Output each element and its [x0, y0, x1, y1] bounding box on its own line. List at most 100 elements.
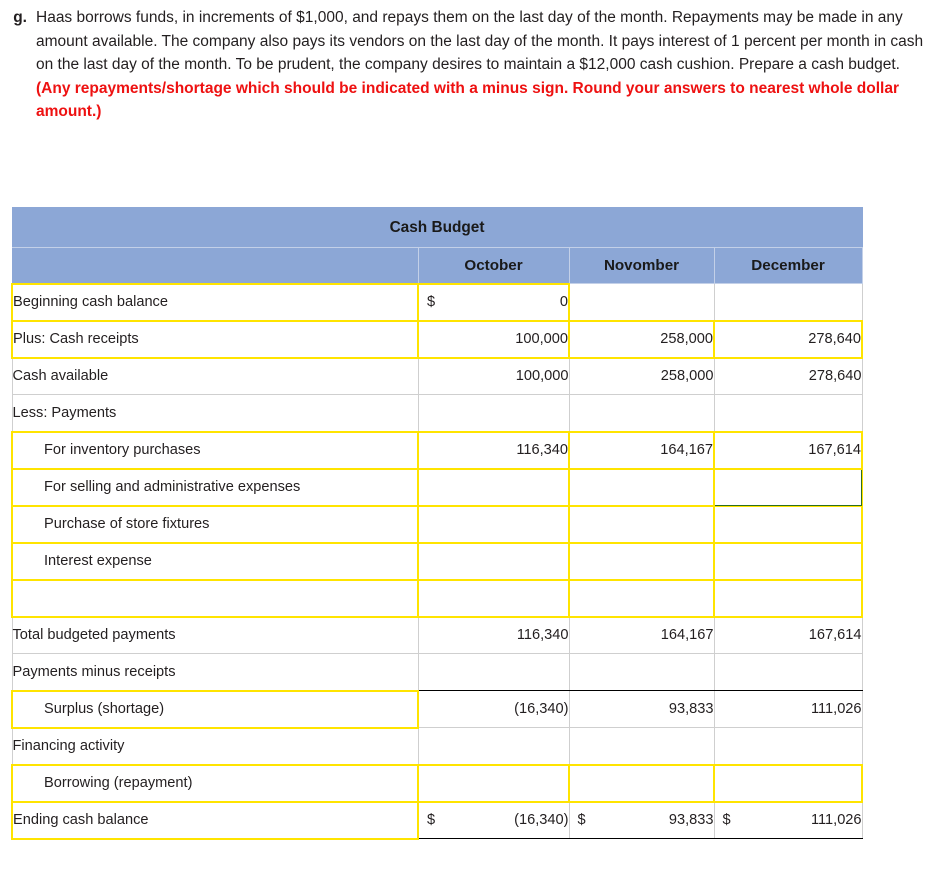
- cell-value: 167,614: [808, 627, 862, 644]
- cell-december[interactable]: [712, 578, 864, 618]
- table-body: Beginning cash balance $0 Plus: Cash recei…: [11, 282, 864, 840]
- cell-november: [568, 727, 715, 765]
- row-label-cell: Payments minus receipts: [11, 653, 419, 691]
- cell-value: 167,614: [808, 442, 862, 458]
- table-row: [11, 578, 864, 618]
- row-label-cell[interactable]: Purchase of store fixtures: [11, 504, 419, 544]
- cell-december[interactable]: [712, 504, 864, 544]
- cell-november: $93,833: [568, 801, 715, 839]
- cell-october[interactable]: [417, 467, 570, 507]
- cell-value: 111,026: [810, 812, 862, 829]
- table-row: For inventory purchases 116,340 164,167 167…: [11, 430, 864, 470]
- cell-november[interactable]: [568, 504, 715, 544]
- column-header-october: October: [417, 247, 570, 284]
- question-text: Haas borrows funds, in increments of $1,…: [36, 6, 925, 124]
- cell-value: 93,833: [668, 701, 714, 717]
- currency-symbol: $: [427, 294, 436, 310]
- cell-december[interactable]: [712, 541, 864, 581]
- row-label-cell[interactable]: Plus: Cash receipts: [11, 319, 419, 359]
- cell-december: [713, 394, 863, 432]
- row-label-cell[interactable]: Ending cash balance: [11, 800, 419, 840]
- cell-value: 116,340: [516, 627, 569, 644]
- question-text-emphasis: (Any repayments/shortage which should be…: [36, 79, 899, 121]
- cell-october: [417, 653, 570, 691]
- cell-october: 100,000: [417, 357, 570, 395]
- table-row: Less: Payments: [11, 394, 863, 432]
- cell-value: 111,026: [810, 701, 862, 717]
- table-column-header-row: October Novomber December: [11, 247, 863, 284]
- cell-december: [713, 653, 863, 691]
- cell-december: 278,640: [713, 357, 863, 395]
- cell-october[interactable]: 116,340: [417, 430, 570, 470]
- row-label-cell[interactable]: Beginning cash balance: [11, 282, 419, 322]
- cell-november[interactable]: [568, 541, 715, 581]
- cell-november: 258,000: [568, 357, 715, 395]
- cash-budget-table: Cash Budget October Novomber December Be…: [11, 207, 864, 840]
- cell-value: 116,340: [516, 442, 568, 458]
- table-row: Cash available 100,000 258,000 278,640: [11, 357, 863, 395]
- currency-symbol: $: [722, 812, 731, 829]
- cell-october[interactable]: 100,000: [417, 319, 570, 359]
- table-title: Cash Budget: [11, 207, 863, 248]
- cell-december[interactable]: [712, 763, 864, 803]
- table-row: Interest expense: [11, 541, 864, 581]
- cell-november[interactable]: [568, 467, 715, 507]
- column-header-december: December: [713, 247, 863, 284]
- cell-december: [713, 727, 863, 765]
- cell-value: 100,000: [515, 368, 569, 385]
- cell-december[interactable]: 167,614: [712, 430, 864, 470]
- question-text-plain: Haas borrows funds, in increments of $1,…: [36, 9, 924, 73]
- row-label-cell[interactable]: Interest expense: [11, 541, 419, 581]
- cell-october: [417, 727, 570, 765]
- cell-november[interactable]: 258,000: [568, 319, 715, 359]
- cell-value: 93,833: [668, 812, 714, 829]
- currency-symbol: $: [577, 812, 586, 829]
- cell-value: (16,340): [514, 701, 569, 717]
- cell-value: (16,340): [514, 812, 569, 829]
- cell-october: $ (16,340): [417, 801, 570, 839]
- cell-december: 111,026: [713, 690, 863, 728]
- cell-november: 164,167: [568, 616, 715, 654]
- cell-october[interactable]: [417, 504, 570, 544]
- column-header-november: Novomber: [568, 247, 715, 284]
- cell-value: 258,000: [660, 368, 714, 385]
- cell-october[interactable]: [417, 578, 570, 618]
- cell-value: 164,167: [660, 442, 713, 458]
- table-row: Ending cash balance $ (16,340) $93,833 $111,…: [11, 800, 863, 840]
- table-row: Plus: Cash receipts 100,000 258,000 278,640: [11, 319, 864, 359]
- row-label-cell[interactable]: Borrowing (repayment): [11, 763, 419, 803]
- cell-november[interactable]: [568, 763, 715, 803]
- table-row: For selling and administrative expenses: [11, 467, 864, 507]
- cell-october[interactable]: [417, 541, 570, 581]
- cell-value: 258,000: [660, 331, 713, 347]
- row-label-cell: Less: Payments: [11, 394, 419, 432]
- cell-december[interactable]: 278,640: [712, 319, 864, 359]
- cell-november: 93,833: [568, 690, 715, 728]
- cell-december: [713, 283, 863, 321]
- table-row: Surplus (shortage) (16,340) 93,833 111,026: [11, 689, 863, 729]
- cell-november: [568, 283, 715, 321]
- cell-december[interactable]: [712, 467, 864, 507]
- table-row: Purchase of store fixtures: [11, 504, 864, 544]
- cell-october: [417, 394, 570, 432]
- cell-october[interactable]: $0: [417, 282, 570, 322]
- cell-value: 164,167: [660, 627, 714, 644]
- cell-november[interactable]: 164,167: [568, 430, 715, 470]
- table-row: Payments minus receipts: [11, 653, 863, 691]
- row-label-cell[interactable]: For selling and administrative expenses: [11, 467, 419, 507]
- cell-december: $111,026: [713, 801, 863, 839]
- cell-october: (16,340): [417, 690, 570, 728]
- table-row: Borrowing (repayment): [11, 763, 864, 803]
- cell-value: 278,640: [808, 368, 862, 385]
- cell-december: 167,614: [713, 616, 863, 654]
- row-label-cell[interactable]: For inventory purchases: [11, 430, 419, 470]
- cell-october[interactable]: [417, 763, 570, 803]
- cell-november[interactable]: [568, 578, 715, 618]
- row-label-cell[interactable]: Surplus (shortage): [11, 689, 419, 729]
- row-label-cell: Financing activity: [11, 727, 419, 765]
- cell-value: 100,000: [515, 331, 568, 347]
- currency-symbol: $: [427, 812, 436, 829]
- row-label-cell: Cash available: [11, 357, 419, 395]
- table-row: Total budgeted payments 116,340 164,167 167…: [11, 616, 863, 654]
- row-label-cell[interactable]: [11, 578, 419, 618]
